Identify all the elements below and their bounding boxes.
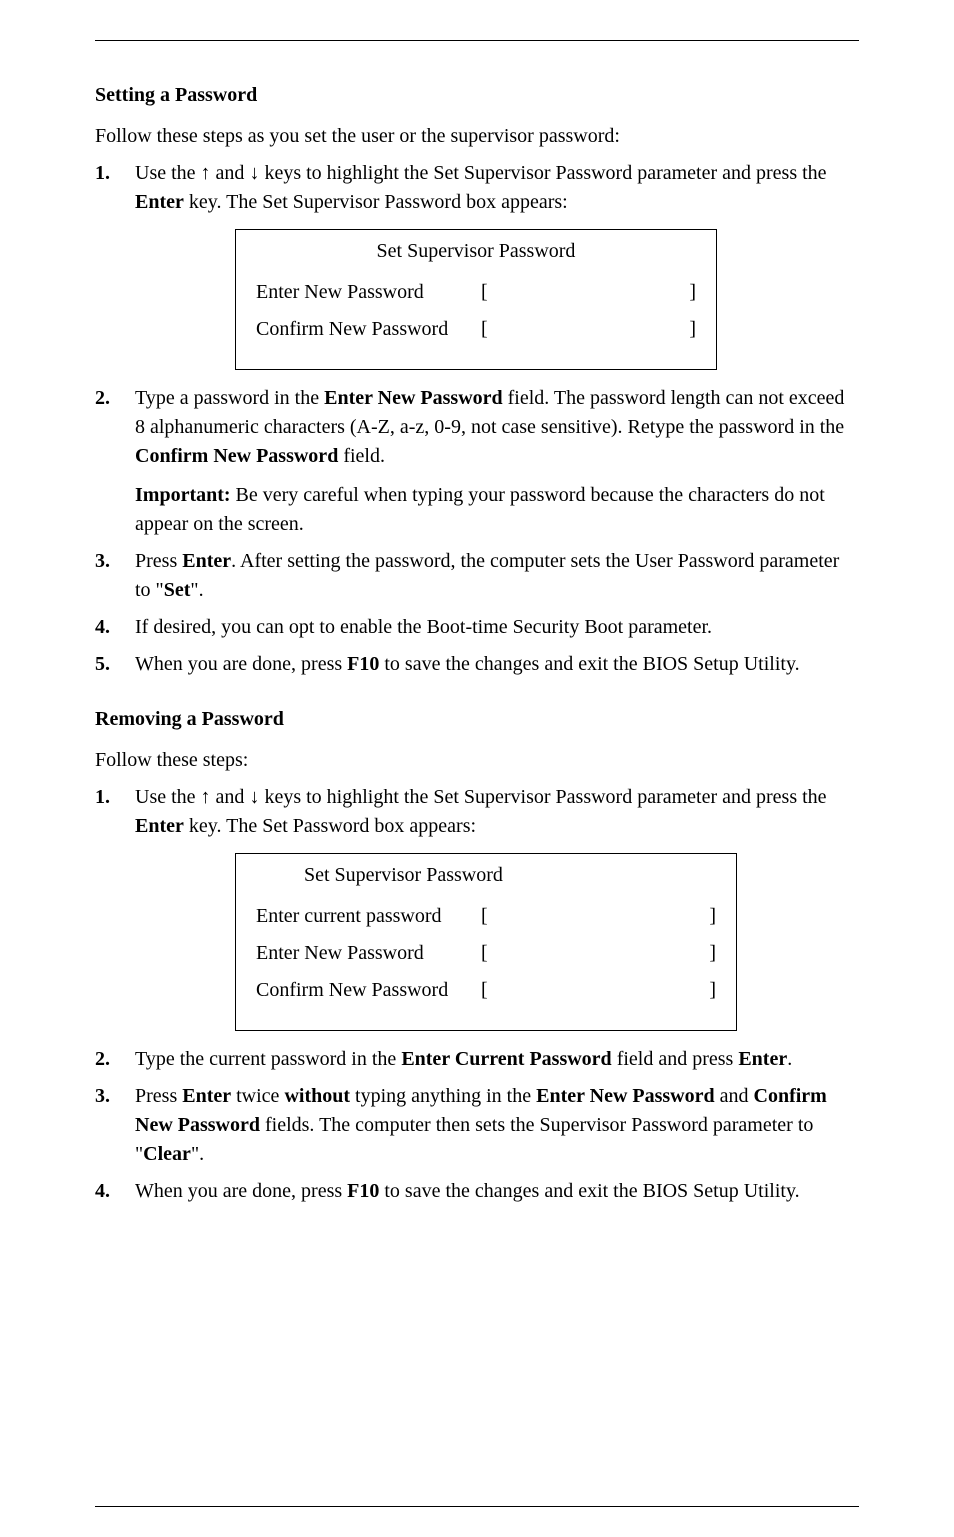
bracket-close: ] (709, 942, 716, 965)
bracket-close: ] (689, 318, 696, 341)
enter-new-password-field[interactable]: [ ] (481, 281, 696, 304)
removing-step-1: 1. Use the ↑ and ↓ keys to highlight the… (95, 783, 859, 841)
bracket-close: ] (709, 979, 716, 1002)
bracket-close: ] (689, 281, 696, 304)
step-text: Type a password in the Enter New Passwor… (135, 387, 844, 467)
setting-step-3: 3. Press Enter. After setting the passwo… (95, 547, 859, 605)
up-arrow-icon: ↑ (201, 162, 211, 184)
dialog-row: Enter New Password [ ] (256, 942, 716, 965)
bracket-close: ] (709, 905, 716, 928)
step-number: 2. (95, 384, 135, 471)
confirm-new-password-label: Confirm New Password (256, 318, 481, 341)
step-text-part: Use the (135, 786, 201, 808)
intro-setting: Follow these steps as you set the user o… (95, 122, 859, 151)
dialog-title: Set Supervisor Password (304, 864, 716, 887)
setting-step-5: 5. When you are done, press F10 to save … (95, 650, 859, 679)
confirm-new-password-field[interactable]: [ ] (481, 979, 716, 1002)
setting-step-4: 4. If desired, you can opt to enable the… (95, 613, 859, 642)
up-arrow-icon: ↑ (201, 786, 211, 808)
important-text: Be very careful when typing your passwor… (135, 484, 825, 535)
step-number: 1. (95, 159, 135, 217)
step-number: 3. (95, 547, 135, 605)
heading-removing-password: Removing a Password (95, 705, 859, 734)
important-label: Important: (135, 484, 231, 506)
step-number: 4. (95, 1177, 135, 1206)
set-supervisor-password-dialog-2: Set Supervisor Password Enter current pa… (235, 853, 737, 1031)
step-number: 1. (95, 783, 135, 841)
bracket-open: [ (481, 979, 488, 1002)
bracket-open: [ (481, 942, 488, 965)
step-number: 3. (95, 1082, 135, 1169)
step-text-part: and (216, 162, 250, 184)
bracket-open: [ (481, 905, 488, 928)
heading-setting-password: Setting a Password (95, 81, 859, 110)
dialog-title: Set Supervisor Password (256, 240, 696, 263)
dialog-row: Confirm New Password [ ] (256, 979, 716, 1002)
intro-removing: Follow these steps: (95, 746, 859, 775)
enter-new-password-label: Enter New Password (256, 942, 481, 965)
step-text: If desired, you can opt to enable the Bo… (135, 613, 859, 642)
removing-step-4: 4. When you are done, press F10 to save … (95, 1177, 859, 1206)
dialog-row: Enter New Password [ ] (256, 281, 696, 304)
enter-current-password-field[interactable]: [ ] (481, 905, 716, 928)
enter-new-password-label: Enter New Password (256, 281, 481, 304)
step-text-part: and (216, 786, 250, 808)
step-number: 4. (95, 613, 135, 642)
step-number: 2. (95, 1045, 135, 1074)
set-supervisor-password-dialog-1: Set Supervisor Password Enter New Passwo… (235, 229, 717, 370)
step-text: When you are done, press F10 to save the… (135, 653, 800, 675)
dialog-row: Enter current password [ ] (256, 905, 716, 928)
setting-step-1: 1. Use the ↑ and ↓ keys to highlight the… (95, 159, 859, 217)
setting-step-2: 2. Type a password in the Enter New Pass… (95, 384, 859, 471)
step-text: When you are done, press F10 to save the… (135, 1180, 800, 1202)
important-note: Important: Be very careful when typing y… (135, 481, 859, 539)
removing-step-2: 2. Type the current password in the Ente… (95, 1045, 859, 1074)
enter-current-password-label: Enter current password (256, 905, 481, 928)
step-text-part: Use the (135, 162, 201, 184)
confirm-new-password-label: Confirm New Password (256, 979, 481, 1002)
dialog-row: Confirm New Password [ ] (256, 318, 696, 341)
step-text: Press Enter twice without typing anythin… (135, 1085, 827, 1165)
step-text: Press Enter. After setting the password,… (135, 550, 839, 601)
removing-step-3: 3. Press Enter twice without typing anyt… (95, 1082, 859, 1169)
bracket-open: [ (481, 281, 488, 304)
down-arrow-icon: ↓ (249, 786, 259, 808)
step-number: 5. (95, 650, 135, 679)
step-text: Type the current password in the Enter C… (135, 1048, 792, 1070)
top-rule (95, 40, 859, 41)
confirm-new-password-field[interactable]: [ ] (481, 318, 696, 341)
bracket-open: [ (481, 318, 488, 341)
bottom-rule (95, 1506, 859, 1507)
enter-new-password-field[interactable]: [ ] (481, 942, 716, 965)
down-arrow-icon: ↓ (249, 162, 259, 184)
